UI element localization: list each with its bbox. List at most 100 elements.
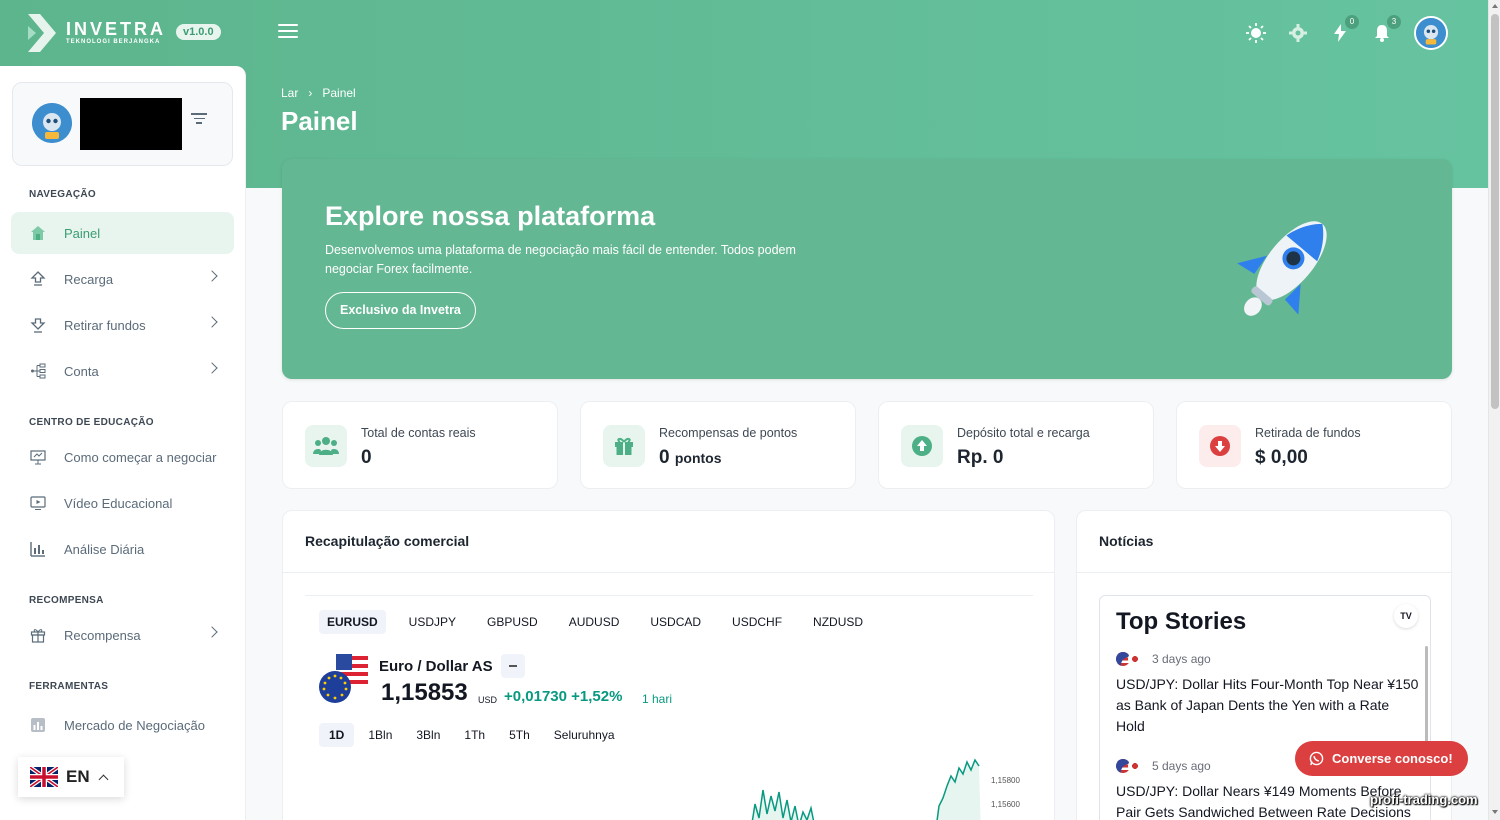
- watermark-text: profi-trading.com: [1370, 792, 1478, 807]
- tab-eurusd[interactable]: EURUSD: [319, 610, 386, 634]
- y-tick-label: 1,15800: [991, 776, 1020, 785]
- price-value: 1,15853: [381, 679, 468, 706]
- chevron-right-icon: [206, 316, 218, 328]
- whatsapp-icon: [1309, 751, 1324, 766]
- tab-nzdusd[interactable]: NZDUSD: [805, 610, 871, 634]
- story-time: 3 days ago: [1152, 652, 1211, 666]
- hero-title: Explore nossa plataforma: [325, 201, 656, 231]
- section-reward: RECOMPENSA: [29, 595, 104, 606]
- eu-us-flags-icon: [319, 654, 368, 703]
- chevron-right-icon: [206, 270, 218, 282]
- market-status-icon: [500, 654, 525, 678]
- sidebar-item-mercado-negociacao[interactable]: Mercado de Negociação: [11, 704, 234, 746]
- section-tools: FERRAMENTAS: [29, 681, 109, 692]
- sidebar-item-analise-diaria[interactable]: Análise Diária: [11, 528, 234, 570]
- news-story[interactable]: 3 days ago USD/JPY: Dollar Hits Four-Mon…: [1116, 652, 1420, 737]
- sidebar-item-label: Recompensa: [64, 627, 141, 643]
- hamburger-menu-icon[interactable]: [278, 24, 298, 42]
- breadcrumb-home-link[interactable]: Lar: [281, 86, 298, 100]
- filter-icon[interactable]: [191, 113, 207, 127]
- range-1th[interactable]: 1Th: [454, 723, 495, 747]
- stat-value: Rp. 0: [957, 447, 1004, 468]
- range-1d[interactable]: 1D: [319, 723, 355, 747]
- news-scrollbar[interactable]: [1425, 646, 1428, 742]
- gift-icon: [29, 626, 47, 644]
- stat-number: 0: [659, 447, 670, 468]
- story-time: 5 days ago: [1152, 759, 1211, 773]
- avatar[interactable]: [32, 103, 72, 143]
- sun-theme-icon[interactable]: [1246, 23, 1266, 43]
- upload-arrow-icon: [29, 270, 47, 288]
- scroll-up-icon[interactable]: [1492, 4, 1498, 8]
- scrollbar-thumb[interactable]: [1491, 14, 1499, 409]
- language-selector[interactable]: EN: [18, 757, 124, 797]
- tradingview-logo-icon[interactable]: TV: [1394, 604, 1418, 628]
- sidebar-item-label: Painel: [64, 225, 101, 241]
- price-currency: USD: [478, 695, 498, 705]
- hierarchy-icon: [29, 362, 47, 380]
- chevron-right-icon: [206, 362, 218, 374]
- tab-audusd[interactable]: AUDUSD: [561, 610, 628, 634]
- sidebar-item-retirar-fundos[interactable]: Retirar fundos: [11, 304, 234, 346]
- y-tick-label: 1,15600: [991, 800, 1020, 809]
- profile-card: [12, 82, 233, 166]
- price-line-chart: [751, 758, 981, 820]
- video-screen-icon: [29, 494, 47, 512]
- scroll-down-icon[interactable]: [1492, 810, 1498, 814]
- gear-icon[interactable]: [1288, 23, 1308, 43]
- language-code: EN: [66, 767, 90, 786]
- range-5th[interactable]: 5Th: [499, 723, 540, 747]
- range-all[interactable]: Seluruhnya: [544, 723, 625, 747]
- logo-name: INVETRA: [66, 19, 167, 39]
- trade-recap-card: Recapitulação comercial EURUSD USDJPY GB…: [282, 510, 1055, 820]
- sidebar-item-conta[interactable]: Conta: [11, 350, 234, 392]
- user-avatar[interactable]: [1414, 16, 1448, 50]
- sidebar-item-label: Conta: [64, 363, 99, 379]
- page-scrollbar[interactable]: [1488, 0, 1500, 820]
- range-1bln[interactable]: 1Bln: [358, 723, 402, 747]
- hero-banner: Explore nossa plataforma Desenvolvemos u…: [282, 159, 1452, 379]
- pair-name: Euro / Dollar AS: [379, 654, 525, 678]
- sidebar-item-recarga[interactable]: Recarga: [11, 258, 234, 300]
- sidebar-item-painel[interactable]: Painel: [11, 212, 234, 254]
- logo-mark-icon: [28, 14, 56, 52]
- range-3bln[interactable]: 3Bln: [406, 723, 450, 747]
- bell-badge: 3: [1387, 15, 1401, 29]
- lightning-icon[interactable]: 0: [1330, 15, 1359, 43]
- pair-name-text: Euro / Dollar AS: [379, 657, 493, 675]
- users-icon: [305, 425, 347, 467]
- stat-value: 0 pontos: [659, 447, 722, 469]
- sidebar-item-label: Vídeo Educacional: [64, 495, 173, 511]
- sidebar-item-video-educacional[interactable]: Vídeo Educacional: [11, 482, 234, 524]
- tab-usdcad[interactable]: USDCAD: [642, 610, 709, 634]
- breadcrumb-current: Painel: [322, 86, 356, 100]
- tab-usdjpy[interactable]: USDJPY: [401, 610, 464, 634]
- sidebar-item-label: Como começar a negociar: [64, 449, 217, 465]
- chat-with-us-button[interactable]: Converse conosco!: [1295, 741, 1468, 776]
- breadcrumb: Lar › Painel: [281, 86, 356, 100]
- sidebar-item-label: Recarga: [64, 271, 114, 287]
- sidebar-item-como-comecar[interactable]: Como começar a negociar: [11, 436, 234, 478]
- sidebar-item-recompensa[interactable]: Recompensa: [11, 614, 234, 656]
- sidebar-item-label: Análise Diária: [64, 541, 145, 557]
- hero-description: Desenvolvemos uma plataforma de negociaç…: [325, 243, 796, 276]
- presentation-board-icon: [29, 448, 47, 466]
- stat-label: Depósito total e recarga: [957, 426, 1090, 440]
- tab-gbpusd[interactable]: GBPUSD: [479, 610, 546, 634]
- rocket-illustration-icon: [1237, 221, 1327, 316]
- lightning-badge: 0: [1345, 15, 1359, 29]
- price-change: +0,01730 +1,52%: [504, 688, 623, 705]
- exclusive-invetra-button[interactable]: Exclusivo da Invetra: [325, 292, 476, 329]
- stat-card-real-accounts: Total de contas reais 0: [282, 401, 558, 489]
- gift-icon: [603, 425, 645, 467]
- section-education: CENTRO DE EDUCAÇÃO: [29, 417, 154, 428]
- download-arrow-icon: [29, 316, 47, 334]
- sidebar-item-label: Retirar fundos: [64, 317, 146, 333]
- sidebar: NAVEGAÇÃO Painel Recarga Retirar fundos …: [0, 66, 246, 820]
- tab-usdchf[interactable]: USDCHF: [724, 610, 790, 634]
- invetra-logo[interactable]: INVETRA TEKNOLOGI BERJANGKA: [26, 12, 166, 54]
- bell-icon[interactable]: 3: [1372, 15, 1401, 43]
- logo-subtitle: TEKNOLOGI BERJANGKA: [66, 39, 161, 45]
- range-tabs: 1D 1Bln 3Bln 1Th 5Th Seluruhnya: [319, 723, 629, 747]
- change-period: 1 hari: [642, 692, 673, 706]
